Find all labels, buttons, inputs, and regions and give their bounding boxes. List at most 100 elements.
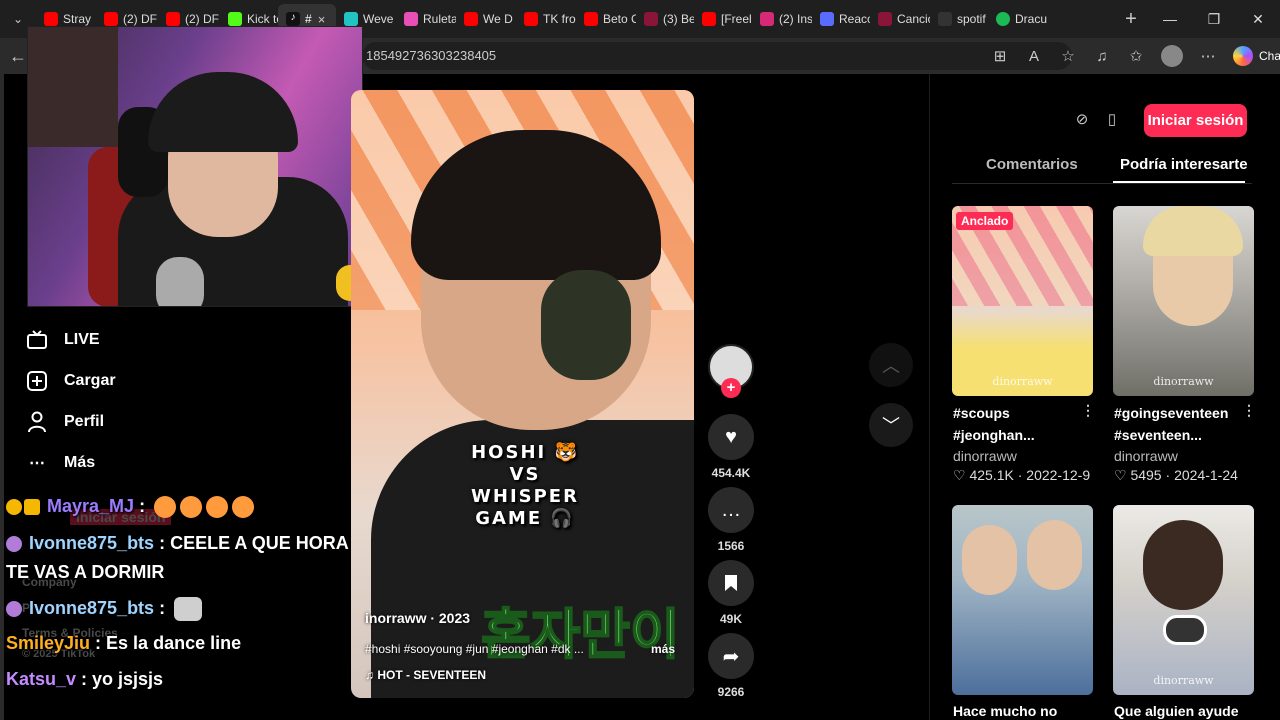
browser-tab[interactable]: Dracu xyxy=(988,4,1048,34)
new-tab-button[interactable]: + xyxy=(1114,8,1148,31)
extensions-icon[interactable]: ♫ xyxy=(1087,48,1117,65)
phone-icon[interactable]: ▯ xyxy=(1100,108,1124,132)
chat-message: Mayra_MJ : xyxy=(6,496,255,519)
video-more-link[interactable]: más xyxy=(651,642,675,656)
suggested-video-thumbnail[interactable]: Anclado dinorraww xyxy=(952,206,1093,396)
heart-outline-icon: ♡ xyxy=(953,467,970,483)
tiktok-icon: ♪ xyxy=(286,12,300,26)
close-tab-icon[interactable]: × xyxy=(318,12,326,27)
comment-button[interactable]: … 1566 xyxy=(708,487,754,553)
youtube-icon xyxy=(584,12,598,26)
browser-tab[interactable]: spotif xyxy=(930,4,988,34)
video-player[interactable]: HOSHI 🐯 VS WHISPER GAME 🎧 혼자만이 inorraww … xyxy=(351,90,694,698)
tab-divider xyxy=(952,183,1252,184)
heart-icon: ♥ xyxy=(708,414,754,460)
youtube-icon xyxy=(44,12,58,26)
suggested-video-thumbnail[interactable] xyxy=(952,505,1093,695)
browser-tab[interactable]: Beto C xyxy=(576,4,636,34)
address-bar-icons: ⊞ A ☆ ♫ ✩ ⋯ Chat xyxy=(985,38,1280,74)
translate-icon[interactable]: A xyxy=(1019,48,1049,65)
thumbnail-watermark: dinorraww xyxy=(992,375,1053,388)
chat-text: : xyxy=(154,597,171,618)
favorite-star-icon[interactable]: ☆ xyxy=(1053,47,1083,65)
suggested-video-author[interactable]: dinorraww xyxy=(1114,448,1178,464)
chat-message: Ivonne875_bts : CEELE A QUE HORA xyxy=(6,533,349,554)
video-music[interactable]: ♫ HOT - SEVENTEEN xyxy=(365,668,486,682)
cat-emote-icon xyxy=(174,597,203,621)
maximize-icon[interactable]: ❐ xyxy=(1192,11,1236,28)
save-button[interactable]: 49K xyxy=(708,560,754,626)
share-button[interactable]: ➦ 9266 xyxy=(708,633,754,699)
browser-tab[interactable]: We D xyxy=(456,4,516,34)
browser-tab[interactable]: (2) Ins xyxy=(752,4,812,34)
app-icon xyxy=(820,12,834,26)
share-count: 9266 xyxy=(717,685,745,699)
previous-video-chevron-up-icon[interactable]: ︿ xyxy=(869,343,913,387)
app-icon xyxy=(878,12,892,26)
suggested-video-author[interactable]: dinorraww xyxy=(953,448,1017,464)
suggested-video-thumbnail[interactable]: dinorraww xyxy=(1113,505,1254,695)
chat-message: SmileyJiu : Es la dance line xyxy=(6,633,241,654)
nav-upload[interactable]: Cargar xyxy=(26,370,116,392)
more-dots-icon: ⋯ xyxy=(29,455,45,472)
minimize-icon[interactable]: — xyxy=(1148,11,1192,28)
thumbnail-sticker xyxy=(1163,615,1207,645)
suggested-video-thumbnail[interactable]: dinorraww xyxy=(1113,206,1254,396)
more-options-icon[interactable]: ⋯ xyxy=(1193,47,1223,65)
video-korean-subtitle: 혼자만이 xyxy=(480,602,681,667)
spotify-icon xyxy=(996,12,1010,26)
chat-message-continued: TE VAS A DORMIR xyxy=(6,562,164,583)
favorites-icon[interactable]: ✩ xyxy=(1121,47,1151,65)
chat-username: Ivonne875_bts xyxy=(29,533,155,553)
comment-icon: … xyxy=(708,487,754,533)
chat-username: Katsu_v xyxy=(6,669,77,689)
tab-comments[interactable]: Comentarios xyxy=(986,156,1078,173)
browser-tab[interactable]: [Freel xyxy=(694,4,752,34)
login-button[interactable]: Iniciar sesión xyxy=(1144,104,1247,137)
suggested-video-title[interactable]: #scoups #jeonghan... xyxy=(953,402,1083,446)
browser-tab[interactable]: (3) Be xyxy=(636,4,694,34)
follow-plus-icon[interactable]: + xyxy=(721,378,741,398)
browser-tab[interactable]: Cancio xyxy=(870,4,930,34)
video-author-date[interactable]: inorraww · 2023 xyxy=(365,610,470,626)
like-button[interactable]: ♥ 454.4K xyxy=(708,414,754,480)
music-note-icon: ♫ xyxy=(365,668,378,682)
copilot-chat-button[interactable]: Chat xyxy=(1233,46,1280,66)
thumbnail-hair xyxy=(1143,520,1223,610)
compass-icon[interactable]: ⊘ xyxy=(1070,108,1094,132)
suggested-video-title[interactable]: Hace mucho no xyxy=(953,700,1083,720)
pinned-badge: Anclado xyxy=(956,212,1014,230)
youtube-icon xyxy=(166,12,180,26)
browser-tab[interactable]: Reacc xyxy=(812,4,870,34)
nav-live[interactable]: LIVE xyxy=(26,329,100,351)
streamer-webcam xyxy=(27,26,363,307)
person-icon xyxy=(26,411,48,433)
browser-tab[interactable]: TK fro xyxy=(516,4,576,34)
browser-tab[interactable]: Ruleta xyxy=(396,4,456,34)
more-options-icon[interactable]: ⋮ xyxy=(1242,402,1256,419)
suggested-video-title[interactable]: #goingseventeen #seventeen... xyxy=(1114,402,1244,446)
suggested-video-title[interactable]: Que alguien ayude xyxy=(1114,700,1274,720)
chat-text: : xyxy=(134,496,151,516)
chat-username: Mayra_MJ xyxy=(47,496,135,516)
chat-message: Ivonne875_bts : xyxy=(6,597,203,621)
comment-count: 1566 xyxy=(717,539,745,553)
profile-avatar[interactable] xyxy=(1161,45,1183,67)
share-icon: ➦ xyxy=(708,633,754,679)
next-video-chevron-down-icon[interactable]: ﹀ xyxy=(869,403,913,447)
url-field[interactable]: 185492736303238405 xyxy=(362,42,1072,70)
live-tv-icon xyxy=(26,329,48,351)
video-hashtags[interactable]: #hoshi #sooyoung #jun #jeonghan #dk ... xyxy=(365,642,584,656)
youtube-icon xyxy=(524,12,538,26)
app-grid-icon[interactable]: ⊞ xyxy=(985,47,1015,65)
tab-suggestions[interactable]: Podría interesarte xyxy=(1120,156,1248,173)
plus-square-icon xyxy=(26,370,48,392)
close-window-icon[interactable]: ✕ xyxy=(1236,11,1280,28)
nav-profile[interactable]: Perfil xyxy=(26,411,104,433)
nav-more[interactable]: ⋯ Más xyxy=(26,452,95,474)
more-options-icon[interactable]: ⋮ xyxy=(1081,402,1095,419)
window-controls: — ❐ ✕ xyxy=(1148,11,1280,28)
roulette-icon xyxy=(404,12,418,26)
like-count: 454.4K xyxy=(711,466,751,480)
youtube-icon xyxy=(104,12,118,26)
